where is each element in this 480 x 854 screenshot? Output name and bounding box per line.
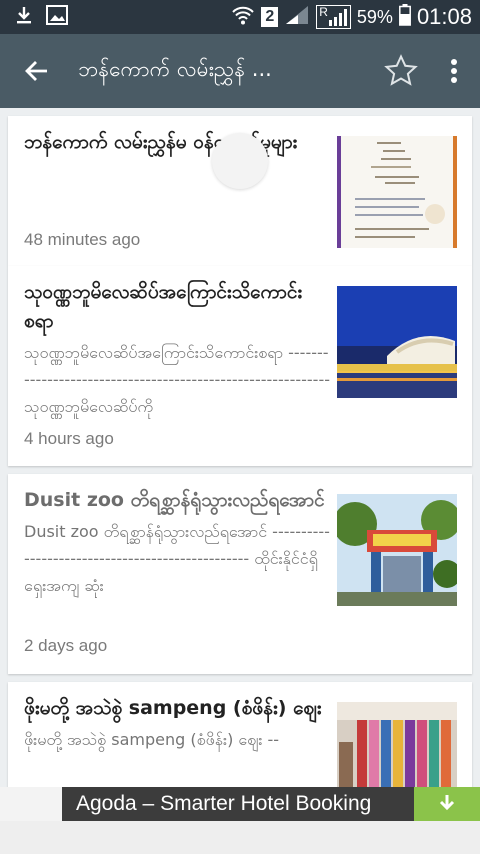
download-notification-icon	[14, 5, 34, 30]
roaming-signal-icon: R	[316, 5, 351, 29]
article-snippet: သုဝဏ္ဏဘူမိလေဆိပ်အကြောင်းသိကောင်းစရာ ----…	[24, 343, 330, 416]
bottom-strip	[0, 821, 480, 854]
article-text: ဖိုးမတို့ အသဲစွဲ sampeng (စံဖိန်း) ဈေး ဖ…	[24, 694, 330, 753]
back-button[interactable]	[0, 34, 72, 108]
article-thumbnail	[337, 136, 457, 248]
image-notification-icon	[46, 4, 68, 30]
page-title: ဘန်ကောက် လမ်းညွှန် ...	[78, 56, 272, 81]
battery-icon	[398, 3, 411, 31]
signal-icon	[284, 4, 310, 31]
article-card[interactable]: သုဝဏ္ဏဘူမိလေဆိပ်အကြောင်းသိကောင်းစရာ သုဝဏ…	[8, 266, 472, 466]
article-card[interactable]: Dusit zoo တိရစ္ဆာန်ရုံသွားလည်ရအောင် Dusi…	[8, 474, 472, 674]
article-time: 48 minutes ago	[24, 230, 141, 249]
status-bar: 2 R 59% 01:08	[0, 0, 480, 34]
article-snippet: ဖိုးမတို့ အသဲစွဲ sampeng (စံဖိန်း) ဈေး -…	[24, 730, 280, 749]
article-text: သုဝဏ္ဏဘူမိလေဆိပ်အကြောင်းသိကောင်းစရာ သုဝဏ…	[24, 278, 330, 420]
ad-logo	[0, 787, 62, 821]
star-outline-icon	[384, 54, 418, 86]
article-text: Dusit zoo တိရစ္ဆာန်ရုံသွားလည်ရအောင် Dusi…	[24, 486, 330, 599]
app-bar: ဘန်ကောက် လမ်းညွှန် ...	[0, 34, 480, 108]
ad-banner[interactable]: Agoda – Smarter Hotel Booking	[0, 787, 480, 821]
download-icon	[439, 795, 455, 811]
article-thumbnail	[337, 494, 457, 606]
favorite-button[interactable]	[374, 34, 428, 108]
sim-badge: 2	[261, 7, 279, 27]
article-snippet: Dusit zoo တိရစ္ဆာန်ရုံသွားလည်ရအောင် ----…	[24, 522, 330, 595]
battery-percent: 59%	[356, 6, 393, 27]
article-text: ဘန်ကောက် လမ်းညွှန်မ ဝန်ဆောင်မှုများ	[24, 128, 330, 157]
article-feed[interactable]: ဘန်ကောက် လမ်းညွှန်မ ဝန်ဆောင်မှုများ 48 m…	[0, 108, 480, 820]
article-title: သုဝဏ္ဏဘူမိလေဆိပ်အကြောင်းသိကောင်းစရာ	[24, 281, 303, 332]
ad-download-button[interactable]	[414, 787, 480, 821]
article-time: 4 hours ago	[24, 429, 114, 448]
touch-ripple	[212, 133, 268, 189]
wifi-icon	[231, 4, 255, 31]
more-vertical-icon	[451, 59, 457, 83]
article-thumbnail	[337, 286, 457, 398]
overflow-menu-button[interactable]	[428, 34, 480, 108]
article-title: Dusit zoo တိရစ္ဆာန်ရုံသွားလည်ရအောင်	[24, 489, 325, 511]
back-arrow-icon	[25, 61, 47, 81]
ad-text: Agoda – Smarter Hotel Booking	[76, 792, 372, 815]
clock: 01:08	[416, 4, 472, 29]
article-time: 2 days ago	[24, 636, 108, 655]
article-title: ဖိုးမတို့ အသဲစွဲ sampeng (စံဖိန်း) ဈေး	[24, 697, 322, 719]
article-title: ဘန်ကောက် လမ်းညွှန်မ ဝန်ဆောင်မှုများ	[24, 131, 298, 153]
